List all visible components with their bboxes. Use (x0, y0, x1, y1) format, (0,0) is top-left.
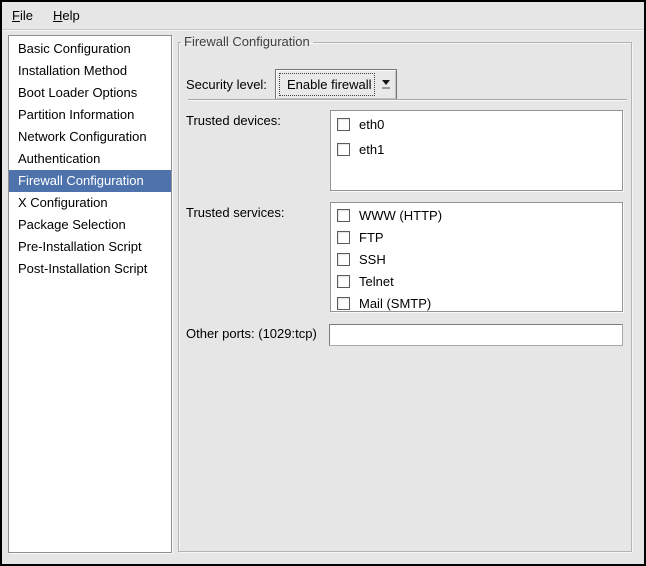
sidebar-item-pre-installation-script[interactable]: Pre-Installation Script (9, 236, 171, 258)
service-label: WWW (HTTP) (359, 208, 442, 223)
sidebar-item-boot-loader-options[interactable]: Boot Loader Options (9, 82, 171, 104)
sidebar-item-installation-method[interactable]: Installation Method (9, 60, 171, 82)
service-label: Telnet (359, 274, 394, 289)
trusted-devices-list: eth0 eth1 (330, 110, 623, 191)
service-label: SSH (359, 252, 386, 267)
device-row-eth0[interactable]: eth0 (331, 112, 622, 137)
service-row-ssh[interactable]: SSH (331, 248, 622, 270)
checkbox[interactable] (337, 143, 350, 156)
service-label: Mail (SMTP) (359, 296, 431, 311)
security-level-dropdown[interactable]: Enable firewall (275, 69, 397, 100)
checkbox[interactable] (337, 275, 350, 288)
sidebar-item-x-configuration[interactable]: X Configuration (9, 192, 171, 214)
sidebar-item-authentication[interactable]: Authentication (9, 148, 171, 170)
sidebar-item-package-selection[interactable]: Package Selection (9, 214, 171, 236)
menubar: File Help (2, 2, 644, 30)
dropdown-arrow-icon (375, 80, 396, 89)
other-ports-label: Other ports: (1029:tcp) (186, 322, 317, 346)
checkbox[interactable] (337, 231, 350, 244)
trusted-services-list: WWW (HTTP) FTP SSH Telnet Mail (SMTP) (330, 202, 623, 312)
security-level-value: Enable firewall (279, 73, 375, 96)
sidebar-item-partition-information[interactable]: Partition Information (9, 104, 171, 126)
checkbox[interactable] (337, 118, 350, 131)
firewall-configuration-groupbox: Firewall Configuration Security level: E… (178, 35, 632, 552)
service-row-telnet[interactable]: Telnet (331, 270, 622, 292)
sidebar-item-network-configuration[interactable]: Network Configuration (9, 126, 171, 148)
application-window: File Help Basic Configuration Installati… (0, 0, 646, 566)
horizontal-separator (188, 99, 627, 101)
device-label: eth1 (359, 142, 384, 157)
menu-help[interactable]: Help (43, 2, 90, 29)
service-row-www[interactable]: WWW (HTTP) (331, 204, 622, 226)
sidebar-item-basic-configuration[interactable]: Basic Configuration (9, 38, 171, 60)
groupbox-title: Firewall Configuration (181, 35, 313, 49)
trusted-devices-label: Trusted devices: (186, 110, 281, 132)
menu-file[interactable]: File (2, 2, 43, 29)
service-row-mail[interactable]: Mail (SMTP) (331, 292, 622, 312)
section-list: Basic Configuration Installation Method … (8, 35, 172, 553)
trusted-services-label: Trusted services: (186, 202, 285, 224)
sidebar-item-post-installation-script[interactable]: Post-Installation Script (9, 258, 171, 280)
device-label: eth0 (359, 117, 384, 132)
other-ports-input[interactable] (329, 324, 623, 346)
checkbox[interactable] (337, 297, 350, 310)
service-row-ftp[interactable]: FTP (331, 226, 622, 248)
checkbox[interactable] (337, 209, 350, 222)
sidebar-item-firewall-configuration[interactable]: Firewall Configuration (9, 170, 171, 192)
device-row-eth1[interactable]: eth1 (331, 137, 622, 162)
security-level-label: Security level: (186, 69, 267, 100)
checkbox[interactable] (337, 253, 350, 266)
service-label: FTP (359, 230, 384, 245)
